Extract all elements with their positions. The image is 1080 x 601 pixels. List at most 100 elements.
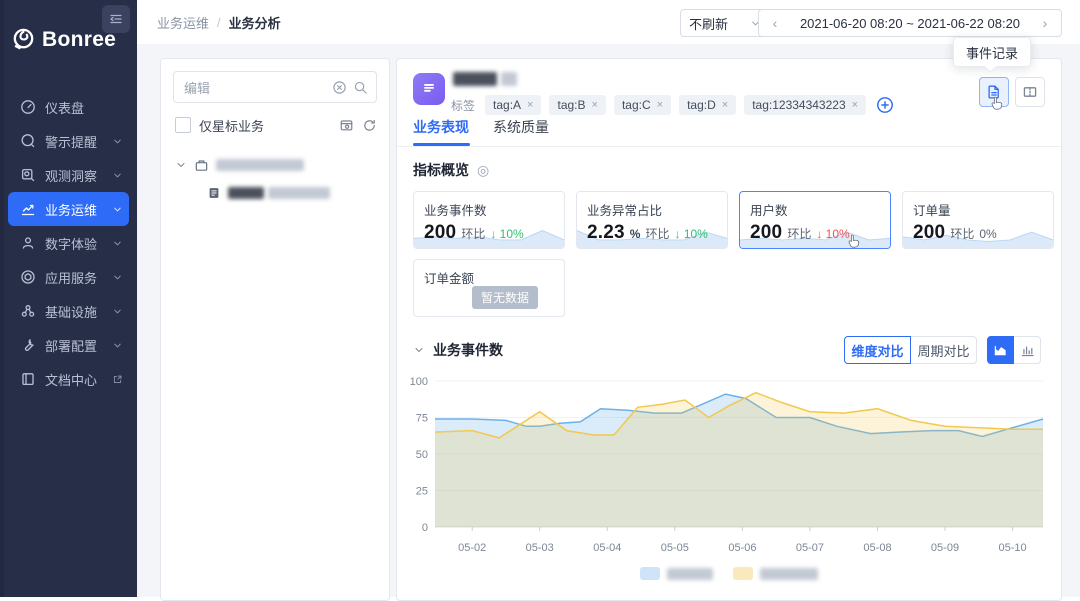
tab-business-performance[interactable]: 业务表现: [413, 117, 469, 137]
svg-text:05-03: 05-03: [526, 542, 554, 554]
card-delta: 0%: [979, 227, 996, 241]
metric-card-order-amount[interactable]: 订单金额 暂无数据: [413, 259, 565, 317]
sidebar-item-infrastructure[interactable]: 基础设施: [8, 294, 129, 328]
refresh-interval-select[interactable]: 不刷新: [680, 9, 770, 37]
tag-close-icon[interactable]: ×: [852, 99, 858, 111]
search-input[interactable]: [182, 79, 326, 96]
add-tag-button[interactable]: [876, 96, 894, 114]
breadcrumb: 业务运维 / 业务分析: [157, 13, 281, 32]
breadcrumb-parent[interactable]: 业务运维: [157, 13, 209, 32]
tree-group-row[interactable]: [175, 151, 379, 179]
sidebar-item-dashboard[interactable]: 仪表盘: [8, 90, 129, 124]
period-compare-button[interactable]: 周期对比: [910, 336, 977, 364]
sidebar: Bonree 仪表盘 警示提醒 观测洞察 业务运维 数字体验 应用: [0, 0, 137, 597]
brand-logo[interactable]: Bonree: [10, 26, 116, 53]
sidebar-item-business-ops[interactable]: 业务运维: [8, 192, 129, 226]
app-service-icon: [20, 269, 36, 285]
card-delta: ↓ 10%: [816, 227, 849, 241]
area-chart-toggle-button[interactable]: [987, 336, 1014, 364]
svg-text:25: 25: [416, 486, 428, 498]
sidebar-item-insight[interactable]: 观测洞察: [8, 158, 129, 192]
metric-card-orders[interactable]: 订单量 200 环比 0%: [902, 191, 1054, 249]
redacted-app-name: [453, 72, 497, 86]
tab-system-quality[interactable]: 系统质量: [493, 117, 549, 137]
tag-close-icon[interactable]: ×: [722, 99, 728, 111]
sidebar-item-deploy-config[interactable]: 部署配置: [8, 328, 129, 362]
swan-logo-icon: [10, 26, 37, 53]
tree-leaf-row[interactable]: [175, 179, 379, 207]
tag-close-icon[interactable]: ×: [657, 99, 663, 111]
card-title: 业务异常占比: [587, 200, 717, 219]
metric-overview-header: 指标概览 ◎: [413, 160, 489, 180]
sidebar-item-app-services[interactable]: 应用服务: [8, 260, 129, 294]
metric-card-exception-ratio[interactable]: 业务异常占比 2.23 % 环比 ↓ 10%: [576, 191, 728, 249]
tag-text: tag:A: [493, 98, 521, 112]
legend-item-yellow[interactable]: [733, 567, 818, 580]
card-value: 2.23: [587, 222, 625, 244]
business-tree-panel: 仅星标业务: [160, 58, 390, 601]
card-unit: %: [630, 227, 641, 241]
date-next-icon[interactable]: ›: [1039, 15, 1051, 31]
tag-chip[interactable]: tag:B ×: [549, 95, 605, 115]
refresh-interval-value: 不刷新: [689, 14, 728, 33]
svg-text:05-09: 05-09: [931, 542, 959, 554]
document-icon: [207, 186, 221, 200]
no-data-badge: 暂无数据: [472, 286, 538, 309]
sidebar-item-label: 部署配置: [45, 336, 103, 355]
card-title: 用户数: [750, 200, 880, 219]
active-tab-underline: [413, 143, 470, 146]
alert-bubble-icon: [20, 133, 36, 149]
application-name-redacted: [453, 72, 517, 86]
tag-chip[interactable]: tag:A ×: [485, 95, 541, 115]
group-folder-icon: [194, 158, 209, 173]
card-title: 订单金额: [424, 268, 554, 287]
card-compare-label: 环比: [787, 225, 811, 242]
refresh-cycle-icon[interactable]: [362, 118, 377, 133]
card-compare-label: 环比: [645, 225, 669, 242]
sidebar-item-digital-experience[interactable]: 数字体验: [8, 226, 129, 260]
chevron-down-icon: [112, 340, 123, 351]
date-range-picker[interactable]: ‹ 2021-06-20 08:20 ~ 2021-06-22 08:20 ›: [758, 9, 1062, 37]
tag-text: tag:C: [622, 98, 651, 112]
star-only-checkbox[interactable]: [175, 117, 191, 133]
legend-item-blue[interactable]: [640, 567, 713, 580]
date-prev-icon[interactable]: ‹: [769, 15, 781, 31]
metric-card-users[interactable]: 用户数 200 环比 ↓ 10%: [739, 191, 891, 249]
sidebar-menu: 仪表盘 警示提醒 观测洞察 业务运维 数字体验 应用服务: [0, 90, 137, 396]
tag-chip[interactable]: tag:12334343223×: [744, 95, 866, 115]
metric-cards-row-2: 订单金额 暂无数据: [413, 259, 565, 317]
search-settings-icon[interactable]: [339, 118, 354, 133]
area-chart-canvas: 025507510005-0205-0305-0405-0505-0605-07…: [405, 371, 1053, 563]
svg-text:05-07: 05-07: [796, 542, 824, 554]
search-icon[interactable]: [353, 80, 368, 95]
tag-close-icon[interactable]: ×: [527, 99, 533, 111]
chevron-down-icon: [112, 136, 123, 147]
dimension-compare-button[interactable]: 维度对比: [844, 336, 911, 364]
tags-label: 标签: [451, 97, 475, 114]
collapse-chevron-icon[interactable]: [413, 344, 425, 356]
sidebar-item-alerts[interactable]: 警示提醒: [8, 124, 129, 158]
tree-search-box[interactable]: [173, 71, 377, 103]
metric-card-business-events[interactable]: 业务事件数 200 环比 ↓ 10%: [413, 191, 565, 249]
split-view-button[interactable]: [1015, 77, 1045, 107]
clear-circle-icon[interactable]: [332, 80, 347, 95]
sidebar-item-label: 文档中心: [45, 370, 103, 389]
tag-chip[interactable]: tag:D×: [679, 95, 736, 115]
tag-chip[interactable]: tag:C ×: [614, 95, 671, 115]
card-delta: ↓ 10%: [490, 227, 523, 241]
bar-chart-toggle-button[interactable]: [1014, 336, 1041, 364]
nodes-icon: [20, 303, 36, 319]
business-events-chart[interactable]: 025507510005-0205-0305-0405-0505-0605-07…: [405, 371, 1053, 563]
gear-icon[interactable]: ◎: [477, 163, 489, 177]
content-area: 仅星标业务 标签 tag:A×: [137, 44, 1080, 597]
sidebar-item-docs[interactable]: 文档中心: [8, 362, 129, 396]
chart-section-header: 业务事件数 维度对比 周期对比: [413, 336, 1045, 364]
tag-close-icon[interactable]: ×: [592, 99, 598, 111]
redacted-app-name: [501, 72, 517, 86]
redacted-legend-label: [760, 568, 818, 580]
observe-search-icon: [20, 167, 36, 183]
date-range-value[interactable]: 2021-06-20 08:20 ~ 2021-06-22 08:20: [800, 16, 1020, 31]
svg-text:05-04: 05-04: [593, 542, 621, 554]
event-record-button[interactable]: [979, 77, 1009, 107]
tag-text: tag:B: [557, 98, 585, 112]
